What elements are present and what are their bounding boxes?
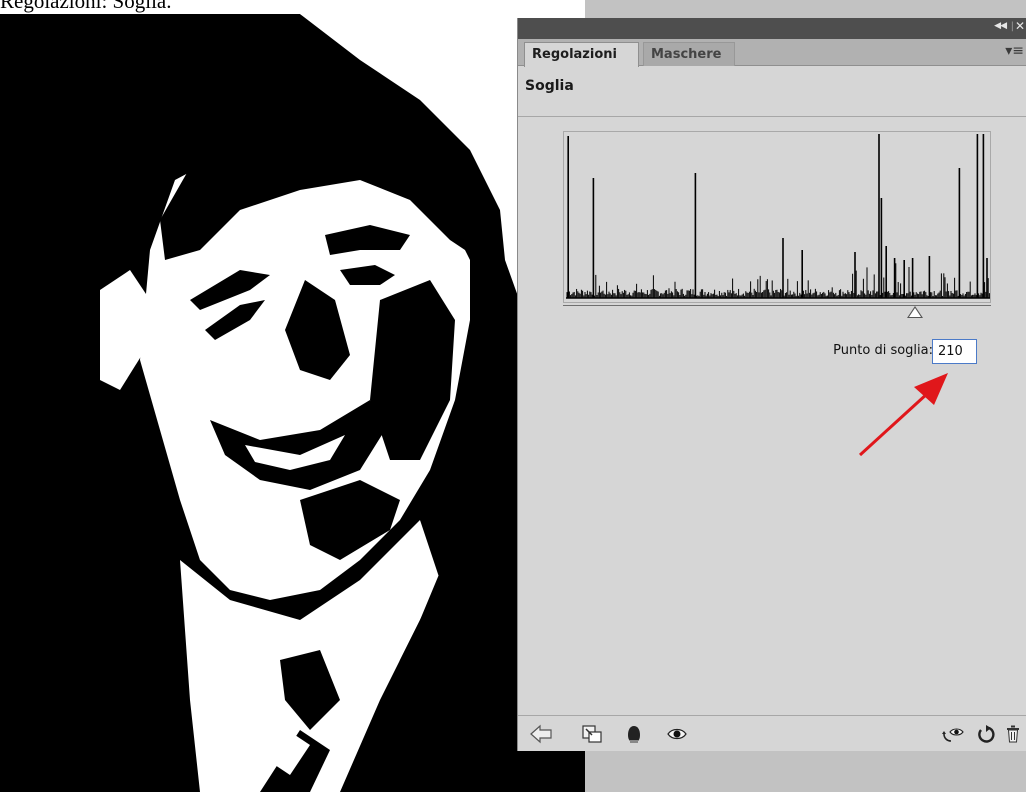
view-previous-state-button[interactable]	[940, 716, 966, 751]
collapse-double-arrow-icon[interactable]: ◀◀	[994, 21, 1007, 31]
slider-track	[563, 305, 991, 306]
image-canvas: Regolazioni: Soglia.	[0, 0, 585, 792]
eye-visibility-icon	[667, 728, 687, 739]
delete-button[interactable]	[1002, 716, 1024, 751]
tab-maschere[interactable]: Maschere	[643, 42, 735, 66]
panel-menu-icon[interactable]: ▾≡	[1005, 44, 1024, 58]
panel-bottom-toolbar	[518, 716, 1026, 751]
histogram	[563, 131, 991, 303]
red-arrow-annotation	[858, 373, 948, 457]
reset-button[interactable]	[974, 716, 998, 751]
clip-to-layer-button[interactable]	[578, 716, 606, 751]
layer-mask-icon	[628, 725, 640, 743]
visibility-button[interactable]	[664, 716, 690, 751]
clip-to-layer-icon	[582, 724, 602, 743]
threshold-input[interactable]	[932, 339, 977, 364]
close-icon[interactable]: ✕	[1015, 19, 1025, 33]
layer-mask-button[interactable]	[622, 716, 646, 751]
back-button[interactable]	[526, 716, 556, 751]
threshold-slider[interactable]	[907, 306, 924, 318]
trash-icon	[1007, 725, 1019, 742]
panel-titlebar[interactable]: ◀◀ | ✕	[518, 18, 1026, 39]
title-separator	[518, 116, 1026, 117]
reset-icon	[978, 724, 995, 743]
tab-regolazioni[interactable]: Regolazioni	[524, 42, 639, 67]
back-arrow-icon	[530, 724, 552, 743]
titlebar-separator: |	[1010, 21, 1014, 32]
adjustments-panel: ◀◀ | ✕ Regolazioni Maschere ▾≡ Soglia Pu…	[517, 18, 1026, 751]
portrait-image	[0, 14, 585, 792]
panel-title: Soglia	[525, 78, 574, 94]
view-previous-state-icon	[942, 727, 964, 742]
histogram-bars	[566, 134, 990, 299]
threshold-label: Punto di soglia:	[833, 343, 933, 358]
panel-tabbar: Regolazioni Maschere ▾≡	[518, 39, 1026, 67]
